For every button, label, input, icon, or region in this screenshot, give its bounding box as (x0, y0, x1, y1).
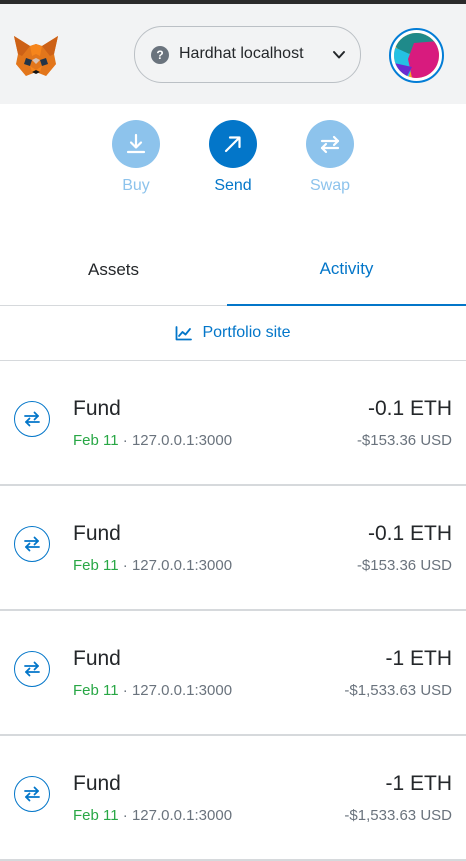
transaction-amount: -0.1 ETH (367, 522, 452, 545)
swap-icon (14, 401, 50, 437)
network-selector[interactable]: ? Hardhat localhost (134, 26, 361, 83)
transaction-row[interactable]: Fund Feb 11 · 127.0.0.1:3000 -1 ETH -$1,… (0, 736, 466, 861)
chart-line-icon (176, 325, 193, 340)
transaction-origin: 127.0.0.1:3000 (131, 682, 233, 699)
account-avatar[interactable] (389, 28, 444, 83)
transaction-title: Fund (73, 522, 121, 545)
send-label: Send (214, 177, 252, 194)
transaction-date: Feb 11 (73, 557, 119, 574)
help-icon: ? (151, 46, 169, 64)
transaction-title: Fund (73, 647, 121, 670)
wallet-actions: Buy Send Swap (0, 104, 466, 234)
jazzicon (394, 33, 439, 78)
transaction-date: Feb 11 (73, 432, 119, 449)
transaction-title: Fund (73, 772, 121, 795)
transaction-row[interactable]: Fund Feb 11 · 127.0.0.1:3000 -0.1 ETH -$… (0, 361, 466, 486)
meta-separator: · (118, 557, 132, 574)
send-button[interactable]: Send (198, 120, 268, 195)
transaction-date: Feb 11 (73, 682, 119, 699)
transaction-title: Fund (73, 397, 121, 420)
buy-circle (112, 120, 160, 168)
network-label: Hardhat localhost (179, 45, 304, 62)
tab-activity[interactable]: Activity (227, 234, 466, 306)
chevron-down-icon (333, 51, 345, 59)
transaction-amount: -1 ETH (385, 772, 452, 795)
arrow-up-right-icon (224, 136, 241, 153)
swap-button[interactable]: Swap (295, 120, 365, 195)
app-header: ? Hardhat localhost (0, 4, 466, 104)
swap-icon (14, 776, 50, 812)
swap-circle (306, 120, 354, 168)
buy-button[interactable]: Buy (101, 120, 171, 195)
activity-list: Fund Feb 11 · 127.0.0.1:3000 -0.1 ETH -$… (0, 361, 466, 861)
buy-label: Buy (122, 177, 150, 194)
transaction-amount: -1 ETH (385, 647, 452, 670)
transaction-origin: 127.0.0.1:3000 (131, 557, 233, 574)
swap-icon (14, 651, 50, 687)
transaction-origin: 127.0.0.1:3000 (131, 807, 233, 824)
transaction-fiat: -$1,533.63 USD (344, 682, 452, 699)
transaction-meta: Feb 11 · 127.0.0.1:3000 (73, 807, 232, 824)
transaction-meta: Feb 11 · 127.0.0.1:3000 (73, 682, 232, 699)
transaction-row[interactable]: Fund Feb 11 · 127.0.0.1:3000 -1 ETH -$1,… (0, 611, 466, 736)
transaction-fiat: -$153.36 USD (356, 557, 452, 574)
metamask-fox-icon[interactable] (12, 34, 60, 78)
meta-separator: · (118, 807, 132, 824)
meta-separator: · (118, 432, 132, 449)
swap-icon (320, 135, 340, 154)
tab-assets[interactable]: Assets (0, 234, 227, 306)
portfolio-site-label: Portfolio site (202, 324, 291, 341)
transaction-fiat: -$1,533.63 USD (344, 807, 452, 824)
transaction-meta: Feb 11 · 127.0.0.1:3000 (73, 557, 232, 574)
transaction-date: Feb 11 (73, 807, 119, 824)
send-circle (209, 120, 257, 168)
swap-icon (14, 526, 50, 562)
transaction-fiat: -$153.36 USD (356, 432, 452, 449)
meta-separator: · (118, 682, 132, 699)
tab-bar: Assets Activity (0, 234, 466, 306)
swap-label: Swap (309, 177, 351, 194)
transaction-amount: -0.1 ETH (367, 397, 452, 420)
download-icon (126, 133, 146, 154)
transaction-row[interactable]: Fund Feb 11 · 127.0.0.1:3000 -0.1 ETH -$… (0, 486, 466, 611)
transaction-origin: 127.0.0.1:3000 (131, 432, 233, 449)
transaction-meta: Feb 11 · 127.0.0.1:3000 (73, 432, 232, 449)
portfolio-site-link[interactable]: Portfolio site (0, 306, 466, 361)
